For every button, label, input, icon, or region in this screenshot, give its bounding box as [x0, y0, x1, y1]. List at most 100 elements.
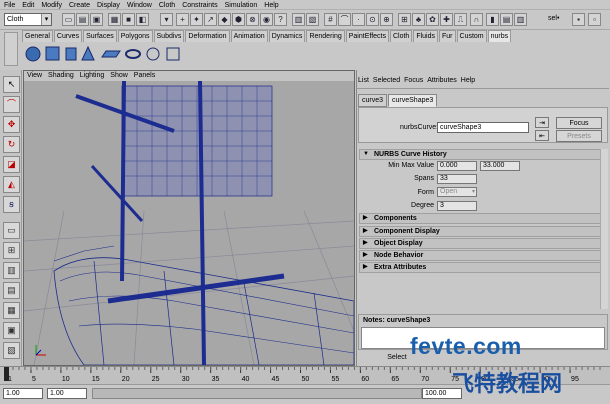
nurbs-torus-icon[interactable]	[125, 49, 141, 59]
rotate-tool-icon[interactable]: ↻	[3, 136, 20, 153]
ae-scrollbar[interactable]	[600, 149, 608, 309]
viewport-menu-shading[interactable]: Shading	[45, 71, 77, 81]
section-components[interactable]: ▶ Components	[359, 213, 607, 224]
tab-fur[interactable]: Fur	[439, 30, 456, 42]
ae-menu-selected[interactable]: Selected	[371, 76, 402, 86]
section-object-display[interactable]: ▶ Object Display	[359, 238, 607, 249]
tab-curves[interactable]: Curves	[53, 30, 83, 42]
tab-surfaces[interactable]: Surfaces	[83, 30, 117, 42]
select-curves-icon[interactable]: ↗	[204, 13, 217, 26]
select-surfaces-icon[interactable]: ◆	[218, 13, 231, 26]
ae-menu-focus[interactable]: Focus	[402, 76, 425, 86]
make-live-icon[interactable]: ⊕	[380, 13, 393, 26]
nurbs-cone-icon[interactable]	[81, 45, 95, 61]
section-extra-attributes[interactable]: ▶ Extra Attributes	[359, 262, 607, 273]
ae-menu-attributes[interactable]: Attributes	[425, 76, 459, 86]
menu-window[interactable]: Window	[123, 0, 155, 9]
current-time-field[interactable]: 1.00	[47, 388, 87, 399]
last-tool-icon[interactable]: ꞩ	[3, 196, 20, 213]
go-output-icon[interactable]: ⇤	[535, 130, 549, 141]
tab-curveshape3[interactable]: curveShape3	[388, 94, 438, 107]
snap-curve-icon[interactable]: ⌒	[338, 13, 351, 26]
select-component-icon[interactable]: ◧	[136, 13, 149, 26]
lock-selection-icon[interactable]: ▥	[292, 13, 305, 26]
construction-icon[interactable]: ♣	[412, 13, 425, 26]
show-channel-box-icon[interactable]: ▤	[500, 13, 513, 26]
tab-nurbs[interactable]: nurbs	[487, 30, 512, 42]
select-tool-icon[interactable]: ↖	[3, 76, 20, 93]
snap-grid-icon[interactable]: #	[324, 13, 337, 26]
show-attribute-editor-icon[interactable]: ▥	[514, 13, 527, 26]
nurbs-cylinder-icon[interactable]	[65, 47, 77, 61]
range-slider[interactable]	[92, 388, 422, 399]
menu-modify[interactable]: Modify	[37, 0, 65, 9]
select-hierarchy-icon[interactable]: ▦	[108, 13, 121, 26]
select-object-icon[interactable]: ■	[122, 13, 135, 26]
menu-help[interactable]: Help	[260, 0, 281, 9]
new-scene-icon[interactable]: ▭	[62, 13, 75, 26]
tab-curve3[interactable]: curve3	[358, 94, 388, 107]
tab-painteffects[interactable]: PaintEffects	[345, 30, 389, 42]
select-handles-icon[interactable]: +	[176, 13, 189, 26]
select-joints-icon[interactable]: ✦	[190, 13, 203, 26]
mode-selector[interactable]: Cloth ▾	[4, 13, 52, 26]
menu-file[interactable]: File	[0, 0, 18, 9]
viewport-menu-show[interactable]: Show	[107, 71, 131, 81]
history-icon[interactable]: ⊞	[398, 13, 411, 26]
snap-point-icon[interactable]: ·	[352, 13, 365, 26]
manipulator-tool-icon[interactable]: ◭	[3, 176, 20, 193]
toggle-tool-settings-icon[interactable]: ▪	[572, 13, 585, 26]
select-deformers-icon[interactable]: ⬢	[232, 13, 245, 26]
start-time-field[interactable]: 1.00	[3, 388, 43, 399]
layout-hypershade-icon[interactable]: ▣	[3, 322, 20, 339]
tab-rendering[interactable]: Rendering	[306, 30, 345, 42]
section-nurbs-curve-history[interactable]: ▼ NURBS Curve History	[359, 149, 607, 160]
ipr-render-icon[interactable]: ✚	[440, 13, 453, 26]
viewport-menu-lighting[interactable]: Lighting	[77, 71, 108, 81]
menu-simulation[interactable]: Simulation	[221, 0, 261, 9]
open-scene-icon[interactable]: ▤	[76, 13, 89, 26]
section-component-display[interactable]: ▶ Component Display	[359, 226, 607, 237]
layout-two-icon[interactable]: ▥	[3, 262, 20, 279]
ae-menu-help[interactable]: Help	[459, 76, 477, 86]
render-icon[interactable]: ✿	[426, 13, 439, 26]
tab-dynamics[interactable]: Dynamics	[268, 30, 306, 42]
toggle-layer-editor-icon[interactable]: ▫	[588, 13, 601, 26]
render-settings-icon[interactable]: ⎍	[454, 13, 467, 26]
node-name-field[interactable]: curveShape3	[437, 122, 529, 133]
degree-field[interactable]: 3	[437, 201, 477, 211]
form-dropdown[interactable]: Open ▾	[437, 187, 477, 197]
mask-icon[interactable]: ▾	[160, 13, 173, 26]
perspective-viewport[interactable]	[23, 70, 355, 366]
scale-tool-icon[interactable]: ◪	[3, 156, 20, 173]
min-value-field[interactable]: 0.000	[437, 161, 477, 171]
nurbs-circle-icon[interactable]	[146, 47, 160, 61]
layout-outliner-icon[interactable]: ▤	[3, 282, 20, 299]
menu-display[interactable]: Display	[93, 0, 123, 9]
current-time-marker[interactable]	[4, 367, 9, 381]
focus-button[interactable]: Focus	[556, 117, 602, 129]
nurbs-square-icon[interactable]	[166, 47, 180, 61]
tab-polygons[interactable]: Polygons	[117, 30, 153, 42]
menu-edit[interactable]: Edit	[18, 0, 37, 9]
tab-subdivs[interactable]: Subdivs	[153, 30, 185, 42]
tab-cloth[interactable]: Cloth	[389, 30, 413, 42]
magnet-icon[interactable]: ∩	[470, 13, 483, 26]
layout-script-icon[interactable]: ▧	[3, 342, 20, 359]
select-rendering-icon[interactable]: ◉	[260, 13, 273, 26]
spans-field[interactable]: 33	[437, 174, 477, 184]
select-dynamics-icon[interactable]: ⊗	[246, 13, 259, 26]
section-node-behavior[interactable]: ▶ Node Behavior	[359, 250, 607, 261]
max-value-field[interactable]: 33.000	[480, 161, 520, 171]
nurbs-cube-icon[interactable]	[45, 46, 60, 61]
viewport-menu-view[interactable]: View	[24, 71, 45, 81]
menu-create[interactable]: Create	[65, 0, 93, 9]
select-misc-icon[interactable]: ?	[274, 13, 287, 26]
viewport-menu-panels[interactable]: Panels	[131, 71, 158, 81]
layout-four-icon[interactable]: ⊞	[3, 242, 20, 259]
move-tool-icon[interactable]: ✥	[3, 116, 20, 133]
save-scene-icon[interactable]: ▣	[90, 13, 103, 26]
input-line-icon[interactable]: ▮	[486, 13, 499, 26]
presets-button[interactable]: Presets	[556, 130, 602, 142]
lasso-tool-icon[interactable]: ⌒	[3, 96, 20, 113]
